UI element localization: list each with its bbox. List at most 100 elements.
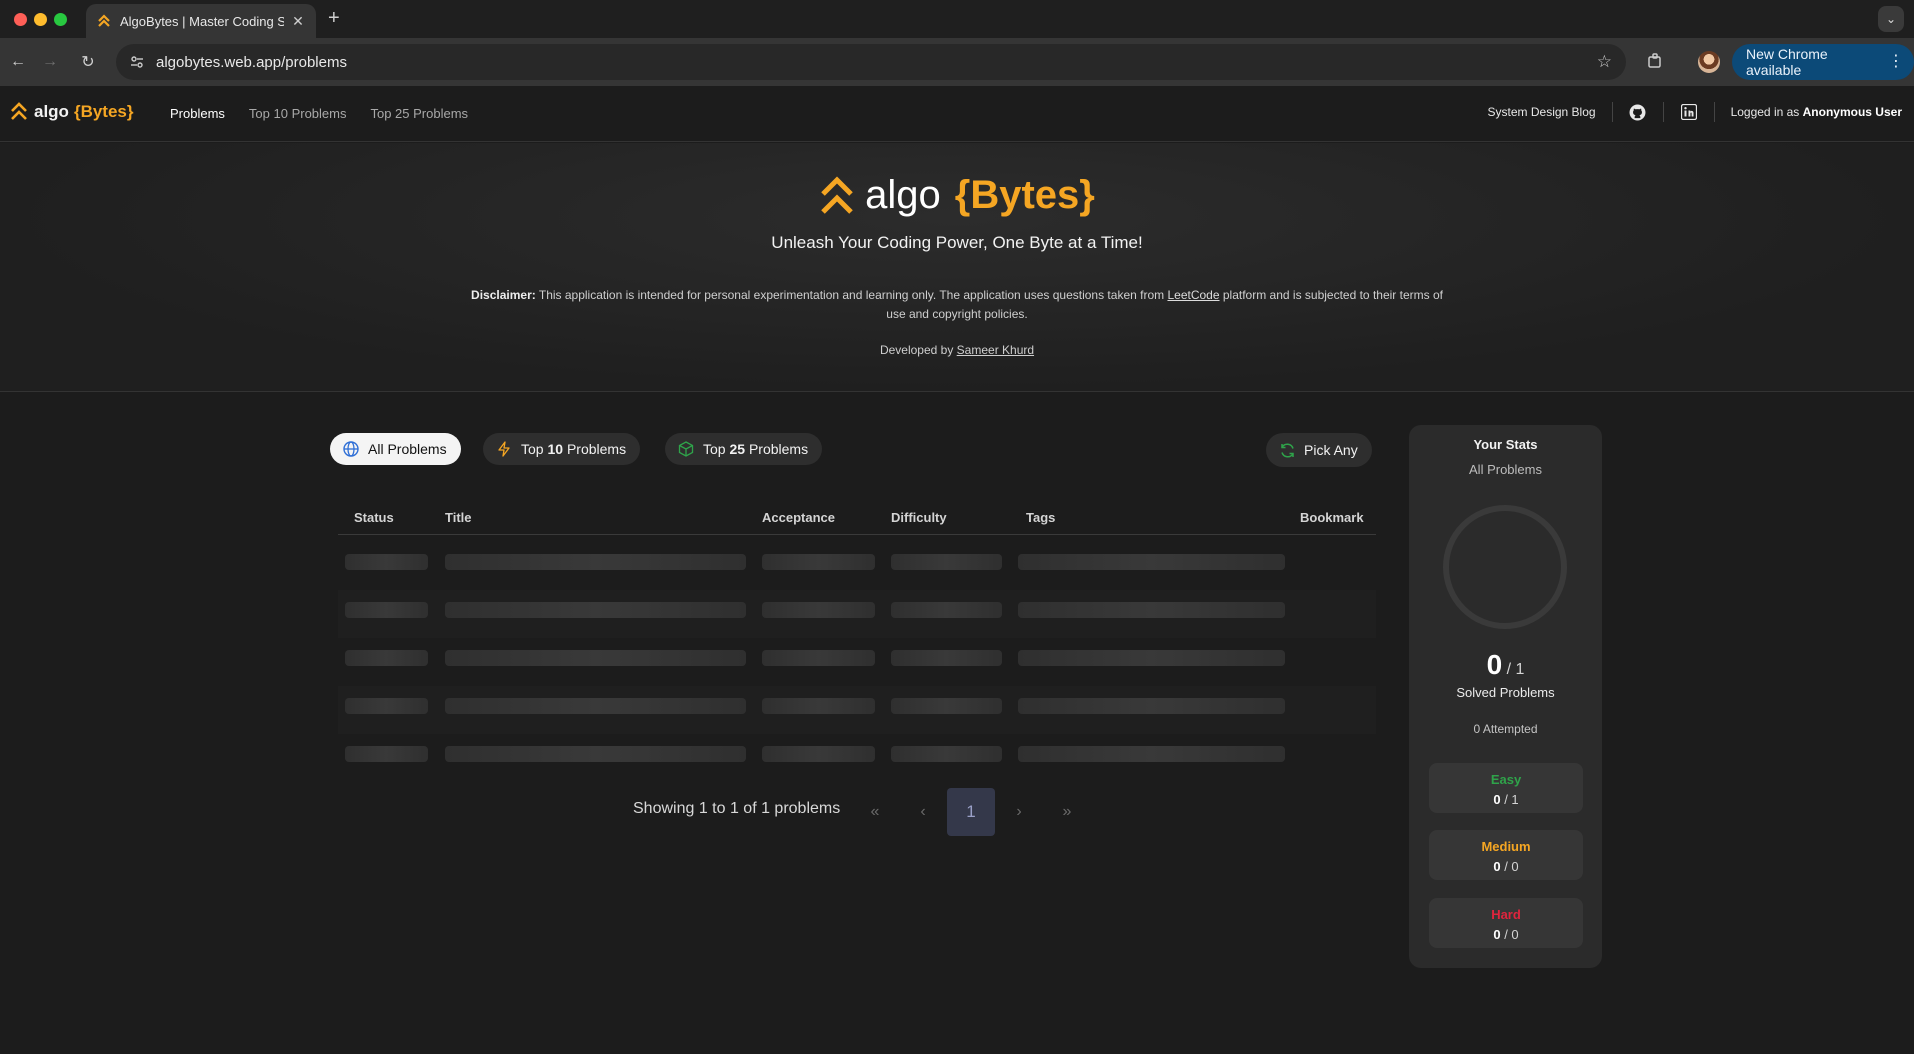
box-icon (677, 440, 695, 458)
disclaimer: Disclaimer: This application is intended… (470, 286, 1444, 324)
next-page-button[interactable]: › (995, 788, 1043, 836)
github-icon[interactable] (1629, 103, 1647, 121)
top10-prefix: Top (521, 441, 544, 457)
filter-all-problems-button[interactable]: All Problems (330, 433, 461, 465)
stats-subtitle: All Problems (1469, 462, 1542, 477)
attempted-count: 0 Attempted (1473, 722, 1538, 736)
system-design-blog-link[interactable]: System Design Blog (1488, 105, 1596, 119)
loading-skeleton (1018, 650, 1285, 666)
medium-total: / 0 (1504, 859, 1519, 874)
pick-any-button[interactable]: Pick Any (1266, 433, 1372, 467)
extensions-puzzle-icon[interactable] (1644, 50, 1666, 72)
leetcode-link[interactable]: LeetCode (1167, 288, 1219, 302)
problems-table-header: Status Title Acceptance Difficulty Tags … (338, 506, 1376, 535)
tab-search-chevron-icon[interactable]: ⌄ (1878, 6, 1904, 32)
easy-label: Easy (1490, 772, 1522, 787)
filter-all-label: All Problems (368, 441, 447, 457)
nav-link-top-10[interactable]: Top 10 Problems (249, 106, 347, 121)
column-title[interactable]: Title (445, 510, 472, 525)
profile-avatar[interactable] (1698, 51, 1720, 73)
url-text: algobytes.web.app/problems (156, 53, 347, 71)
column-difficulty[interactable]: Difficulty (891, 510, 947, 525)
filter-top-25-button[interactable]: Top 25 Problems (665, 433, 823, 465)
loading-skeleton (1018, 698, 1285, 714)
nav-link-problems[interactable]: Problems (170, 106, 225, 121)
developer-prefix: Developed by (879, 343, 954, 357)
table-row (338, 542, 1376, 590)
forward-arrow-icon[interactable]: → (38, 50, 62, 74)
linkedin-icon[interactable] (1680, 103, 1698, 121)
developer-credit: Developed by Sameer Khurd (0, 343, 1914, 357)
site-info-icon[interactable] (128, 53, 146, 71)
new-tab-icon[interactable]: + (328, 7, 340, 30)
reload-icon[interactable]: ↻ (76, 50, 100, 74)
new-chrome-available-button[interactable]: New Chrome available ⋮ (1732, 44, 1914, 80)
divider (1662, 102, 1664, 122)
loading-skeleton (891, 554, 1002, 570)
column-bookmark[interactable]: Bookmark (1300, 510, 1364, 525)
browser-tab[interactable]: AlgoBytes | Master Coding Sk ✕ (86, 4, 316, 38)
close-window-button[interactable] (14, 13, 27, 26)
disclaimer-text-pre: This application is intended for persona… (538, 288, 1165, 302)
back-arrow-icon[interactable]: ← (6, 50, 30, 74)
shuffle-refresh-icon (1278, 441, 1296, 459)
chevrons-up-icon (11, 102, 27, 120)
loading-skeleton (891, 698, 1002, 714)
last-page-button[interactable]: » (1043, 788, 1091, 836)
tab-close-icon[interactable]: ✕ (290, 13, 306, 30)
previous-page-button[interactable]: ‹ (899, 788, 947, 836)
minimize-window-button[interactable] (34, 13, 47, 26)
more-options-icon[interactable]: ⋮ (1888, 51, 1904, 71)
easy-solved: 0 (1493, 792, 1501, 807)
bookmark-star-icon[interactable]: ☆ (1597, 52, 1612, 72)
loading-skeleton (345, 746, 428, 762)
loading-skeleton (345, 602, 428, 618)
current-page-button[interactable]: 1 (947, 788, 995, 836)
brand-logo[interactable]: algo {Bytes} (10, 102, 134, 122)
divider (1611, 102, 1613, 122)
maximize-window-button[interactable] (54, 13, 67, 26)
first-page-button[interactable]: « (851, 788, 899, 836)
developer-link[interactable]: Sameer Khurd (957, 343, 1034, 357)
nav-link-top-25[interactable]: Top 25 Problems (370, 106, 468, 121)
lightning-icon (495, 440, 513, 458)
column-tags[interactable]: Tags (1026, 510, 1055, 525)
column-acceptance[interactable]: Acceptance (762, 510, 835, 525)
loading-skeleton (345, 554, 428, 570)
nav-links: Problems Top 10 Problems Top 25 Problems (170, 106, 468, 121)
table-row (338, 638, 1376, 686)
difficulty-hard-card: Hard 0 / 0 (1429, 898, 1583, 948)
brand-text: algo (34, 102, 69, 121)
loading-skeleton (445, 650, 746, 666)
loading-skeleton (762, 746, 875, 762)
solved-number: 0 (1486, 649, 1503, 680)
globe-icon (342, 440, 360, 458)
address-bar[interactable]: algobytes.web.app/problems ☆ (116, 44, 1626, 80)
easy-total: / 1 (1504, 792, 1519, 807)
loading-skeleton (445, 554, 746, 570)
solved-total: / 1 (1506, 661, 1525, 678)
solved-label: Solved Problems (1456, 685, 1555, 700)
difficulty-easy-card: Easy 0 / 1 (1429, 763, 1583, 813)
top25-prefix: Top (703, 441, 726, 457)
loading-skeleton (762, 650, 875, 666)
solved-count: 0 / 1 (1409, 649, 1602, 681)
loading-skeleton (345, 650, 428, 666)
chevrons-up-icon (821, 175, 853, 214)
column-status[interactable]: Status (354, 510, 394, 525)
loading-skeleton (1018, 554, 1285, 570)
login-user: Anonymous User (1802, 105, 1902, 119)
easy-value: 0 / 1 (1429, 792, 1583, 807)
showing-count: Showing 1 to 1 of 1 problems (633, 800, 841, 817)
medium-label: Medium (1481, 839, 1531, 854)
browser-toolbar: ← → ↻ algobytes.web.app/problems ☆ New C… (0, 38, 1914, 86)
stats-title: Your Stats (1473, 437, 1538, 452)
top25-suffix: Problems (748, 441, 809, 457)
hard-value: 0 / 0 (1429, 927, 1583, 942)
loading-skeleton (345, 698, 428, 714)
hard-total: / 0 (1504, 927, 1519, 942)
filter-top-10-button[interactable]: Top 10 Problems (483, 433, 641, 465)
nav-right: System Design Blog Logged in as Anonymou… (1488, 102, 1902, 122)
loading-skeleton (891, 650, 1002, 666)
loading-skeleton (762, 698, 875, 714)
